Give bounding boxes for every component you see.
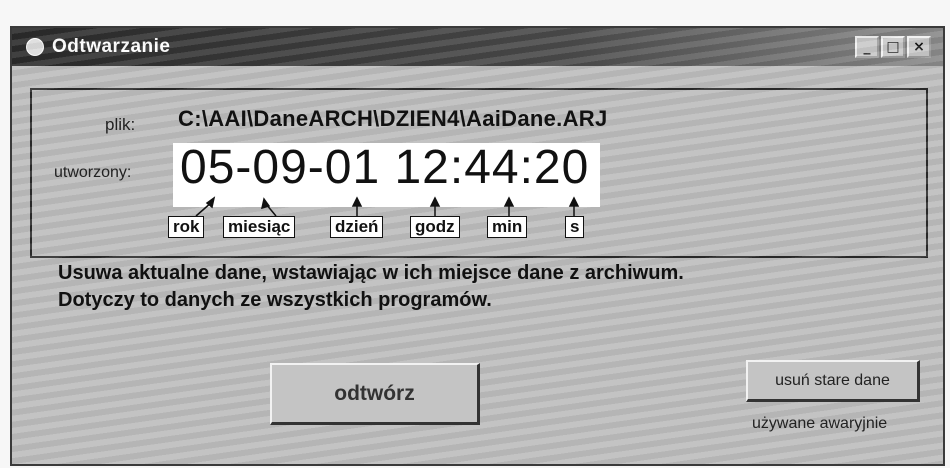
created-datetime: 05-09-01 12:44:20: [180, 141, 590, 194]
title-bar: Odtwarzanie _ □ ×: [12, 28, 943, 66]
created-label: utworzony:: [54, 164, 132, 181]
description-text: Usuwa aktualne dane, wstawiając w ich mi…: [58, 262, 684, 311]
emergency-note: używane awaryjnie: [752, 415, 888, 432]
window-title: Odtwarzanie: [52, 36, 171, 57]
date-part-day: dzień: [330, 216, 384, 238]
file-path: C:\AAI\DaneARCH\DZIEN4\AaiDane.ARJ: [178, 106, 608, 131]
minimize-button[interactable]: _: [855, 36, 879, 58]
date-part-second: s: [565, 216, 585, 238]
maximize-button[interactable]: □: [881, 36, 905, 58]
date-part-year: rok: [168, 216, 205, 238]
app-icon: [26, 38, 44, 56]
date-part-hour: godz: [410, 216, 460, 238]
file-label: plik:: [105, 115, 136, 134]
date-part-minute: min: [487, 216, 528, 238]
restore-button[interactable]: odtwórz: [270, 363, 480, 425]
close-button[interactable]: ×: [907, 36, 931, 58]
date-part-month: miesiąc: [223, 216, 296, 238]
delete-old-data-button[interactable]: usuń stare dane: [746, 360, 920, 402]
